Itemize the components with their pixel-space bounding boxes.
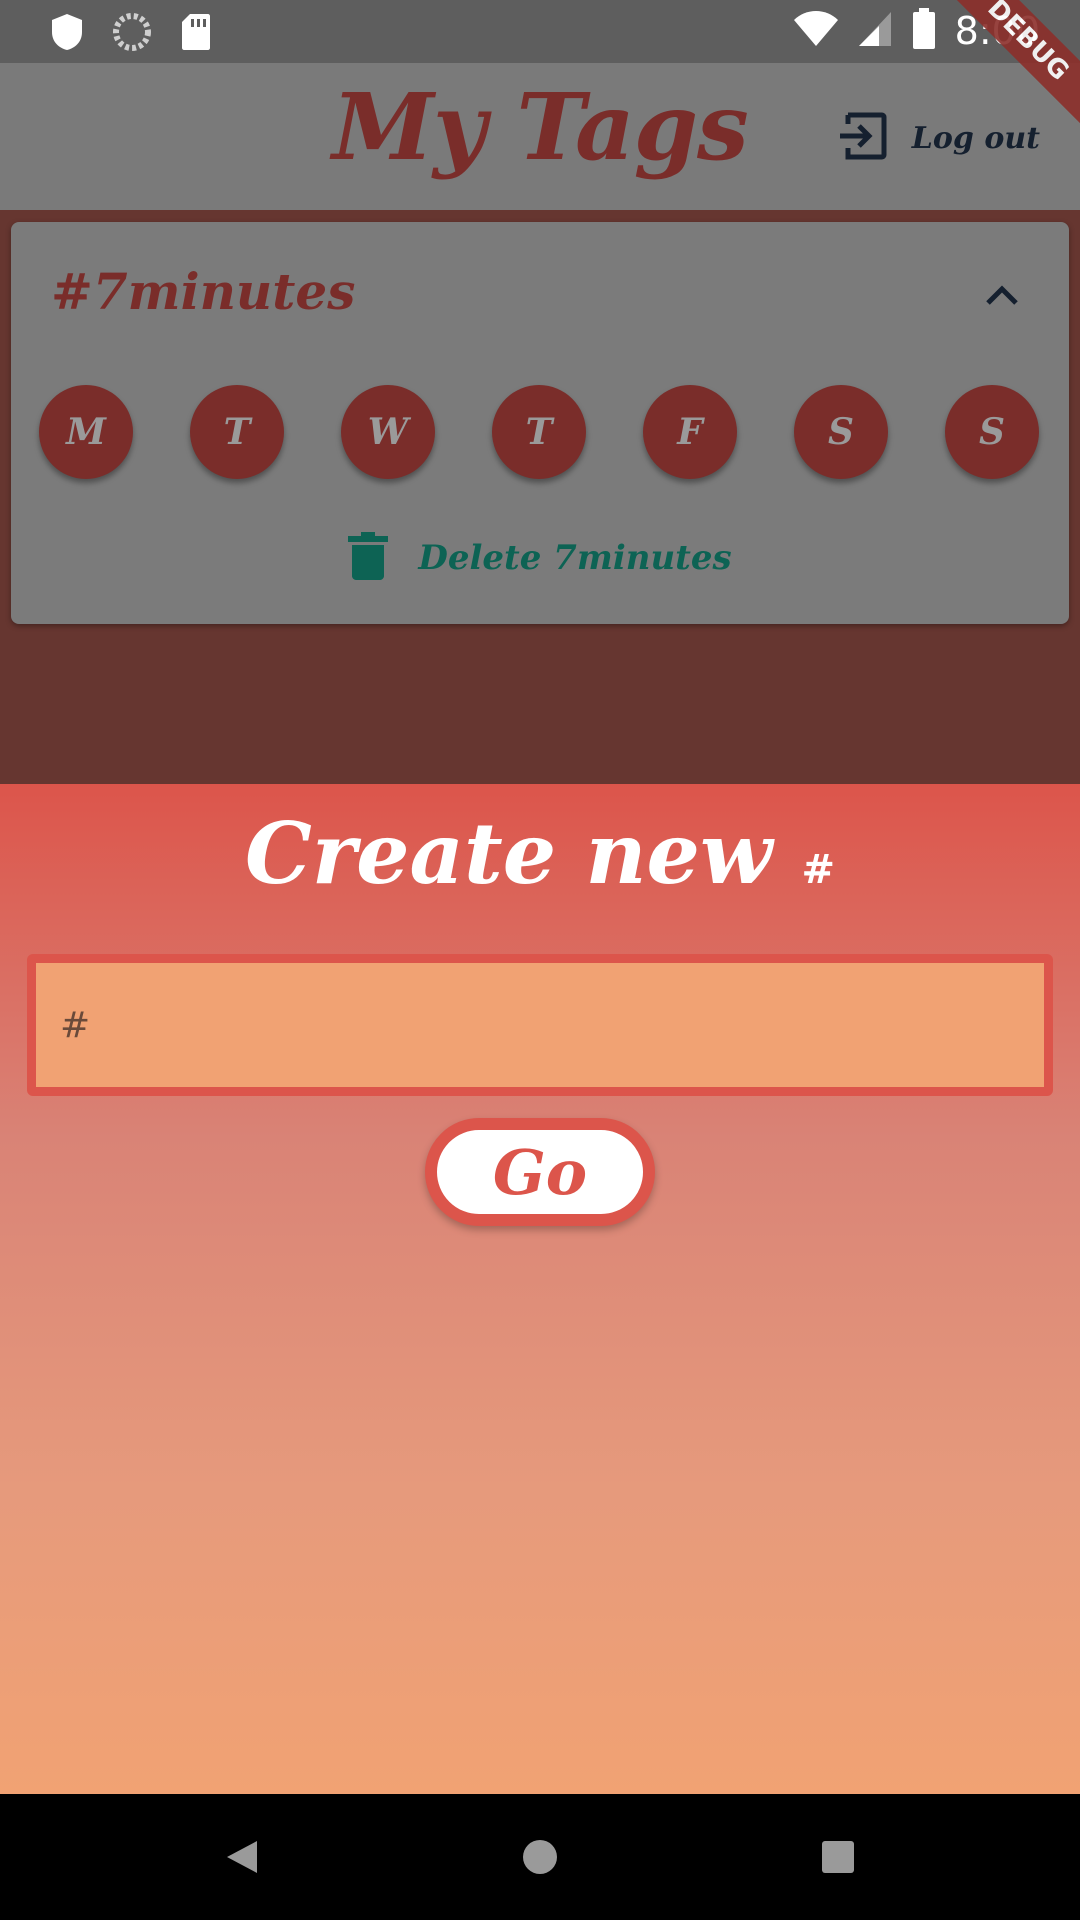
day-selector: M T W T F S S bbox=[39, 385, 1051, 481]
recents-icon[interactable] bbox=[820, 1794, 856, 1920]
battery-icon bbox=[911, 8, 937, 54]
sd-card-icon bbox=[180, 12, 212, 56]
loading-icon bbox=[112, 12, 152, 56]
day-button-sunday[interactable]: S bbox=[945, 385, 1039, 479]
logout-icon bbox=[838, 111, 888, 165]
delete-tag-button[interactable]: Delete 7minutes bbox=[11, 532, 1069, 584]
delete-label: Delete 7minutes bbox=[418, 538, 732, 578]
sheet-title-text: Create new bbox=[244, 804, 773, 903]
trash-icon bbox=[348, 532, 389, 584]
day-button-wednesday[interactable]: W bbox=[341, 385, 435, 479]
navigation-bar bbox=[0, 1794, 1080, 1920]
back-icon[interactable] bbox=[216, 1794, 268, 1920]
tag-name: #7minutes bbox=[51, 262, 356, 321]
create-tag-sheet: Create new # Go bbox=[0, 784, 1080, 1794]
sheet-title: Create new # bbox=[0, 804, 1080, 903]
shield-icon bbox=[50, 12, 84, 56]
day-button-tuesday[interactable]: T bbox=[190, 385, 284, 479]
day-button-saturday[interactable]: S bbox=[794, 385, 888, 479]
go-button[interactable]: Go bbox=[425, 1118, 655, 1226]
tag-input[interactable] bbox=[36, 963, 1044, 1087]
logout-button[interactable]: Log out bbox=[838, 111, 1040, 165]
wifi-icon bbox=[793, 10, 839, 52]
day-button-friday[interactable]: F bbox=[643, 385, 737, 479]
tag-card: #7minutes M T W T F S S Delete 7minutes bbox=[11, 222, 1069, 624]
tag-input-container bbox=[27, 954, 1053, 1096]
day-button-monday[interactable]: M bbox=[39, 385, 133, 479]
logout-label: Log out bbox=[911, 120, 1040, 156]
app-bar: My Tags Log out bbox=[0, 63, 1080, 210]
signal-icon bbox=[857, 10, 893, 52]
home-icon[interactable] bbox=[517, 1794, 563, 1920]
chevron-up-icon[interactable] bbox=[985, 284, 1019, 310]
status-bar: 8:00 bbox=[0, 0, 1080, 63]
day-button-thursday[interactable]: T bbox=[492, 385, 586, 479]
sheet-title-hash: # bbox=[801, 846, 836, 893]
